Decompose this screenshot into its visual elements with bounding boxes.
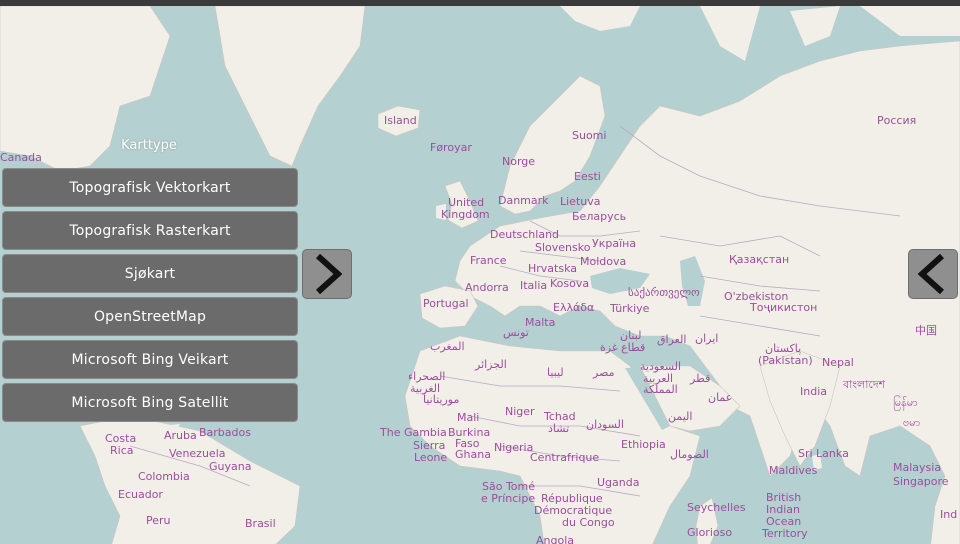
map-label: বাংলাদেশ (842, 378, 886, 391)
map-type-osm-button[interactable]: OpenStreetMap (2, 297, 298, 336)
map-label: Slovensko (535, 241, 591, 254)
map-label: Malaysia (893, 461, 941, 474)
map-type-nautical-button[interactable]: Sjøkart (2, 254, 298, 293)
map-label: Danmark (498, 194, 549, 207)
map-label: تشاد (548, 422, 569, 435)
map-label: Ελλάδα (553, 301, 594, 314)
map-label: العراق (657, 333, 686, 346)
map-label: المملكة (643, 383, 678, 396)
map-label: Türkiye (609, 302, 650, 315)
map-label: ليبيا (547, 366, 564, 379)
map-label: Тоҷикистон (749, 301, 817, 314)
map-label: مصر (592, 366, 615, 379)
map-label: საქართველო (628, 286, 700, 299)
map-label: e Príncipe (481, 492, 535, 505)
map-label: Peru (146, 514, 171, 527)
map-label: Andorra (465, 281, 509, 294)
map-label: Maldives (769, 464, 818, 477)
map-label: Deutschland (490, 228, 559, 241)
map-label: Niger (505, 405, 535, 418)
map-label: Україна (592, 237, 636, 250)
map-label: Sri Lanka (798, 447, 849, 460)
map-label: Kingdom (441, 208, 490, 221)
map-label: السودان (586, 418, 624, 431)
map-label: Aruba (164, 429, 197, 442)
map-label: Singapore (893, 475, 949, 488)
map-label: Guyana (209, 460, 251, 473)
chevron-left-icon (918, 254, 945, 294)
map-label: Қазақстан (729, 253, 789, 266)
map-label: France (470, 254, 507, 267)
map-label: المغرب (430, 340, 465, 353)
map-label: ဗမာ (903, 416, 920, 429)
map-label: Ind (940, 508, 957, 521)
map-label: 中国 (915, 324, 937, 337)
map-label: Rica (110, 444, 134, 457)
map-label: تونس (503, 326, 529, 339)
map-label: Eesti (574, 170, 601, 183)
map-label: Island (384, 114, 417, 127)
map-label: قطر (689, 372, 710, 385)
map-type-bing-satellite-button[interactable]: Microsoft Bing Satellit (2, 383, 298, 422)
map-label: Россия (877, 114, 916, 127)
map-label: الصومال (670, 448, 709, 461)
map-label: الجزائر (474, 358, 507, 371)
map-label: اليمن (668, 410, 692, 423)
panel-title: Karttype (121, 138, 177, 153)
map-type-topo-raster-button[interactable]: Topografisk Rasterkart (2, 211, 298, 250)
map-label: Ethiopia (621, 438, 666, 451)
map-label: India (800, 385, 827, 398)
map-label: عمان (708, 391, 732, 404)
map-label: Moldova (580, 255, 626, 268)
map-label: موريتانيا (423, 393, 459, 406)
map-label: Uganda (597, 476, 639, 489)
map-label: du Congo (562, 516, 615, 529)
map-label: قطاع غزة (600, 341, 645, 354)
panel-collapse-button[interactable] (302, 249, 352, 299)
map-label: Brasil (245, 517, 276, 530)
map-label: Nepal (822, 356, 854, 369)
map-label: Ghana (455, 448, 491, 461)
map-label: Glorioso (687, 526, 732, 539)
map-label: Lietuva (560, 195, 601, 208)
map-label: Colombia (138, 470, 190, 483)
map-label: Беларусь (572, 210, 626, 223)
map-label: Italia (520, 279, 547, 292)
map-label: Malta (525, 316, 555, 329)
map-label: Seychelles (687, 501, 746, 514)
map-label: Territory (761, 527, 808, 540)
map-label: (Pakistan) (758, 354, 813, 367)
map-label: The Gambia (379, 426, 447, 439)
map-label: Nigeria (494, 441, 533, 454)
map-label: Kosova (550, 277, 589, 290)
map-label: Venezuela (169, 447, 226, 460)
map-label: Føroyar (430, 141, 472, 154)
panel-expand-button[interactable] (908, 249, 958, 299)
map-label: Suomi (572, 129, 606, 142)
map-type-topo-vector-button[interactable]: Topografisk Vektorkart (2, 168, 298, 207)
map-label: Barbados (199, 426, 251, 439)
chevron-right-icon (315, 254, 342, 294)
map-label: Ecuador (118, 488, 163, 501)
map-label: Leone (414, 451, 447, 464)
map-label: Portugal (423, 297, 469, 310)
map-label: Angola (536, 534, 574, 544)
map-label: Hrvatska (528, 262, 577, 275)
map-label: မြန်မာ (893, 395, 918, 411)
map-label: Norge (502, 155, 535, 168)
map-label: ایران (695, 332, 718, 345)
map-type-bing-road-button[interactable]: Microsoft Bing Veikart (2, 340, 298, 379)
map-label: Mali (457, 411, 479, 424)
map-label: Centrafrique (530, 451, 599, 464)
